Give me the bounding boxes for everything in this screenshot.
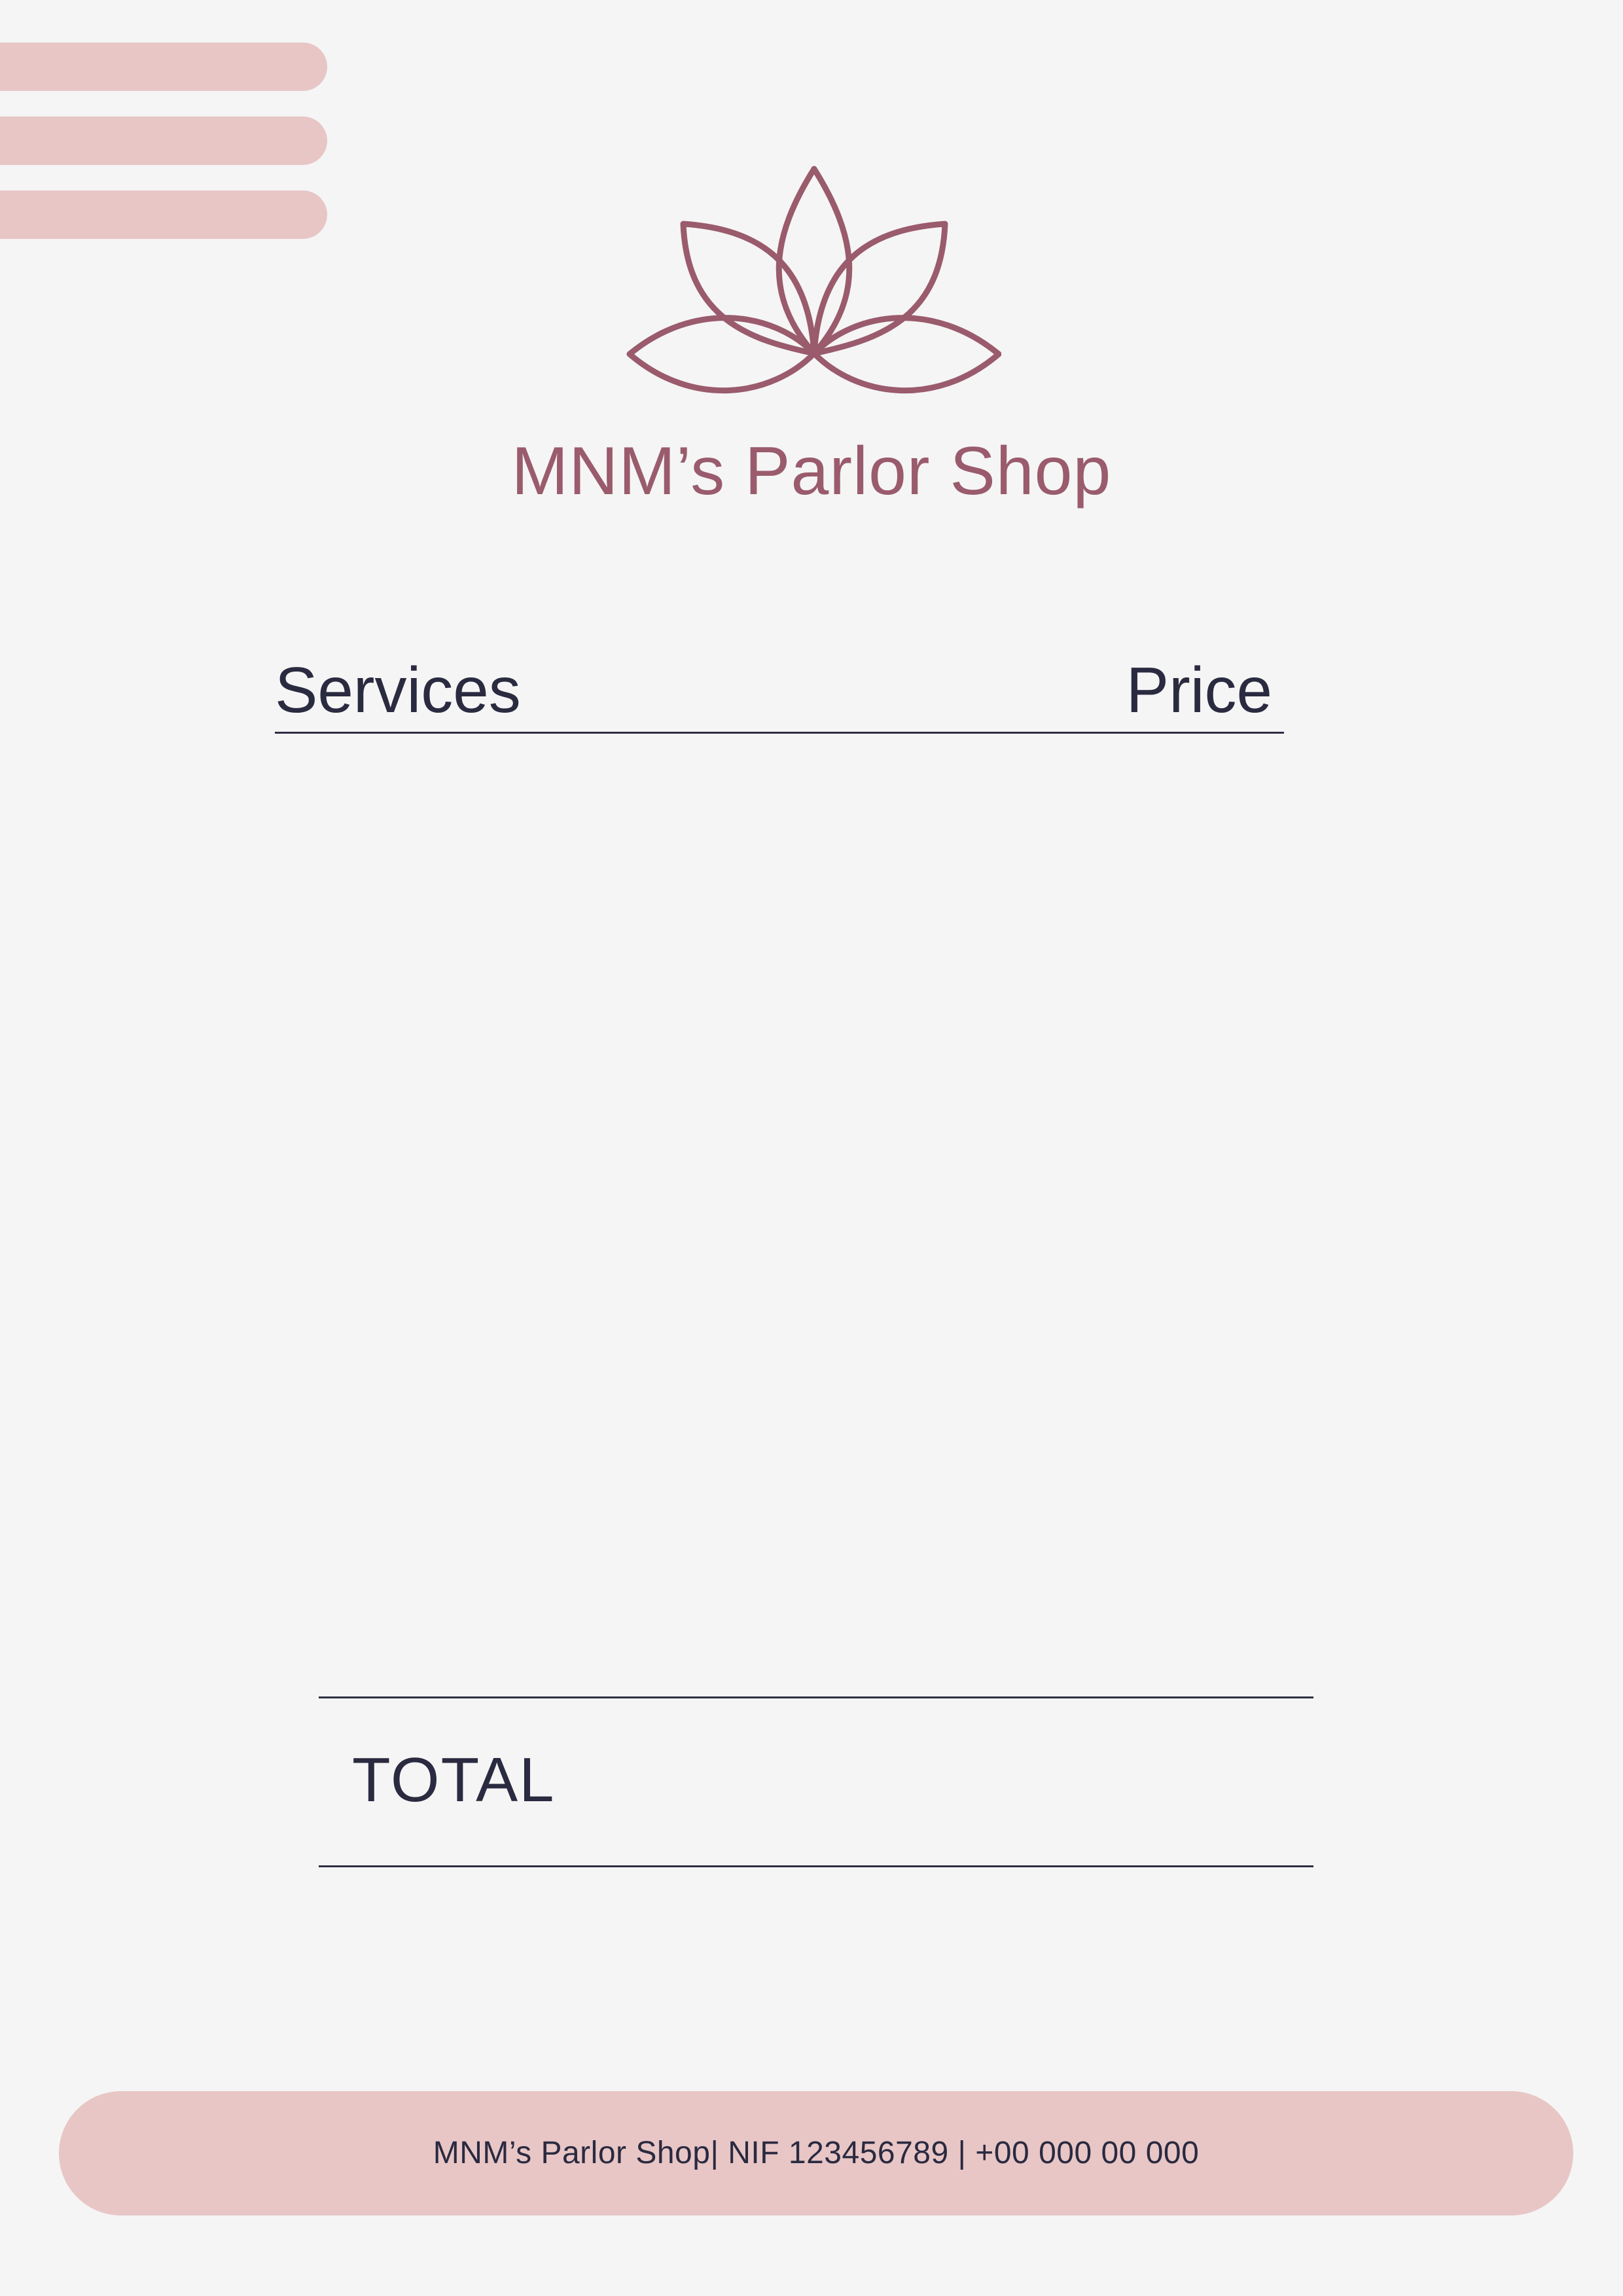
footer-contact-text: MNM’s Parlor Shop| NIF 123456789 | +00 0… xyxy=(433,2136,1200,2170)
decorative-bar-3 xyxy=(0,190,327,239)
decorative-bar-2 xyxy=(0,117,327,165)
services-column-header: Services xyxy=(275,654,521,726)
table-header: Services Price xyxy=(275,654,1284,734)
shop-name: MNM’s Parlor Shop xyxy=(511,433,1112,509)
total-label: TOTAL xyxy=(352,1745,556,1815)
total-divider-bottom xyxy=(319,1865,1313,1867)
decorative-bar-1 xyxy=(0,43,327,91)
total-divider-top xyxy=(319,1696,1313,1698)
footer-band: MNM’s Parlor Shop| NIF 123456789 | +00 0… xyxy=(59,2091,1573,2215)
lotus-icon xyxy=(626,166,1001,394)
price-column-header: Price xyxy=(1126,654,1272,726)
